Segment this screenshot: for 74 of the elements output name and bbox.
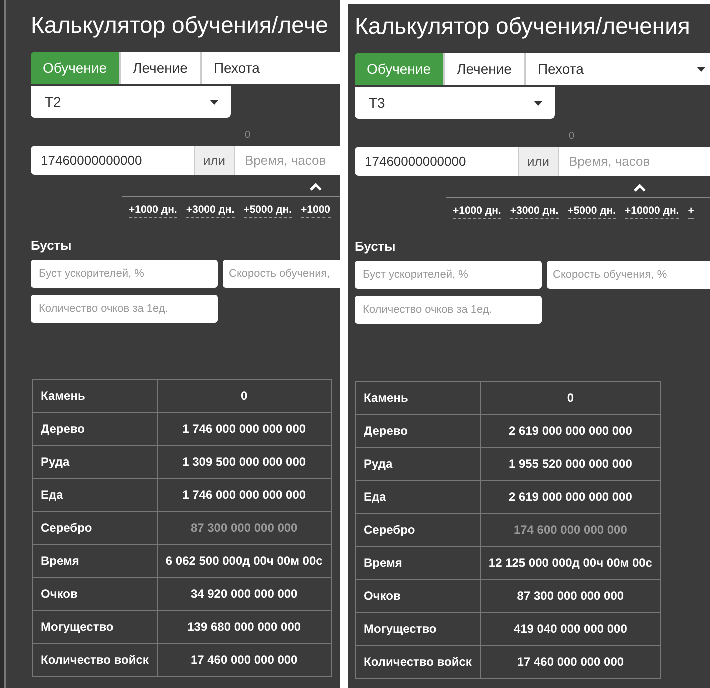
- amount-field[interactable]: 17460000000000: [355, 147, 518, 176]
- table-cell: 1 955 520 000 000 000: [480, 448, 661, 480]
- table-cell: Камень: [356, 382, 480, 414]
- table-cell: 2 619 000 000 000 000: [480, 414, 661, 448]
- table-cell: 0: [157, 380, 332, 412]
- table-cell: 87 300 000 000 000: [480, 580, 661, 612]
- table-cell: Очков: [32, 578, 158, 610]
- increment-link[interactable]: +: [688, 204, 694, 219]
- table-cell: 1 746 000 000 000 000: [157, 412, 332, 446]
- amount-field[interactable]: 17460000000000: [31, 146, 194, 175]
- caret-icon: [697, 66, 706, 72]
- table-cell: 2 619 000 000 000 000: [480, 480, 661, 514]
- page-title: Калькулятор обучения/лече: [31, 11, 330, 40]
- increment-link[interactable]: +5000 дн.: [244, 203, 292, 218]
- increment-link[interactable]: +3000 дн.: [510, 204, 559, 219]
- unit-dropdown[interactable]: Пехота: [202, 52, 340, 84]
- or-label: или: [518, 147, 559, 176]
- time-hint-label: 0: [569, 131, 575, 143]
- table-cell: Количество войск: [356, 646, 480, 678]
- table-cell: 12 125 000 000д 00ч 00м 00с: [480, 546, 661, 580]
- table-cell: 1 309 500 000 000 000: [157, 446, 332, 478]
- time-hint-label: 0: [245, 130, 251, 142]
- table-cell: 6 062 500 000д 00ч 00м 00с: [157, 544, 332, 578]
- unit-dropdown[interactable]: Пехота: [526, 53, 710, 85]
- caret-icon: [534, 100, 543, 106]
- table-cell: Количество войск: [32, 644, 158, 676]
- increment-link[interactable]: +10000 дн.: [625, 204, 680, 219]
- table-cell: Руда: [32, 446, 158, 478]
- time-field[interactable]: Время, часов: [235, 146, 340, 175]
- boost-field[interactable]: Скорость обучения, %: [547, 261, 710, 289]
- table-cell: 419 040 000 000 000: [480, 612, 661, 646]
- table-cell: 17 460 000 000 000: [480, 646, 661, 678]
- table-cell: Еда: [32, 478, 158, 512]
- section-heading: Бусты: [355, 239, 397, 255]
- chevron-up-icon[interactable]: [634, 184, 646, 192]
- increment-link[interactable]: +1000: [301, 203, 331, 218]
- time-field[interactable]: Время, часов: [559, 147, 710, 176]
- boost-field[interactable]: Количество очков за 1ед.: [31, 295, 218, 323]
- table-cell: Могущество: [32, 610, 158, 644]
- table-cell: 174 600 000 000 000: [480, 514, 661, 546]
- caret-icon: [210, 100, 219, 104]
- table-cell: Дерево: [356, 414, 480, 448]
- table-cell: Могущество: [356, 612, 480, 646]
- table-cell: 0: [480, 382, 661, 414]
- boost-field[interactable]: Буст ускорителей, %: [31, 260, 218, 288]
- increment-link[interactable]: +1000 дн.: [453, 204, 502, 219]
- tab[interactable]: Лечение: [445, 53, 526, 85]
- boost-field[interactable]: Скорость обучения,: [223, 260, 340, 288]
- table-cell: Время: [356, 546, 480, 580]
- tier-dropdown[interactable]: T2: [31, 86, 231, 118]
- table-cell: Камень: [32, 380, 158, 412]
- table-cell: 17 460 000 000 000: [157, 644, 332, 676]
- table-cell: 87 300 000 000 000: [157, 512, 332, 544]
- table-cell: Время: [32, 544, 158, 578]
- chevron-up-icon[interactable]: [310, 183, 322, 191]
- table-cell: 34 920 000 000 000: [157, 578, 332, 610]
- increment-link[interactable]: +5000 дн.: [568, 204, 616, 219]
- increment-link[interactable]: +1000 дн.: [129, 203, 178, 218]
- boost-field[interactable]: Количество очков за 1ед.: [355, 296, 542, 324]
- table-cell: Дерево: [32, 412, 158, 446]
- or-label: или: [194, 146, 235, 175]
- table-cell: 139 680 000 000 000: [157, 610, 332, 644]
- tier-dropdown[interactable]: T3: [355, 87, 555, 119]
- table-cell: 1 746 000 000 000 000: [157, 478, 332, 512]
- boost-field[interactable]: Буст ускорителей, %: [355, 261, 542, 289]
- table-cell: Серебро: [32, 512, 158, 544]
- table-cell: Еда: [356, 480, 480, 514]
- page-title: Калькулятор обучения/лечения: [355, 12, 692, 41]
- table-cell: Руда: [356, 448, 480, 480]
- section-heading: Бусты: [31, 238, 73, 254]
- increment-link[interactable]: +3000 дн.: [186, 203, 235, 218]
- table-cell: Очков: [356, 580, 480, 612]
- tab[interactable]: Лечение: [121, 52, 202, 84]
- table-cell: Серебро: [356, 514, 480, 546]
